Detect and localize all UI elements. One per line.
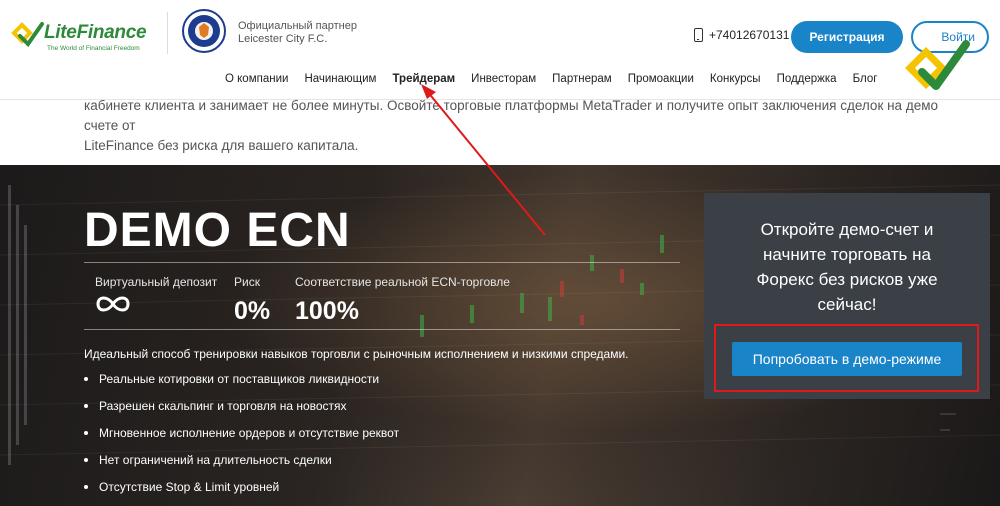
nav-item-support[interactable]: Поддержка — [777, 73, 837, 85]
feature-item: Отсутствие Stop & Limit уровней — [84, 479, 399, 506]
nav-item-beginners[interactable]: Начинающим — [304, 73, 376, 85]
demo-cta-line-4: сейчас! — [817, 295, 877, 314]
nav-item-promotions[interactable]: Промоакции — [628, 73, 694, 85]
stat-label-deposit: Виртуальный депозит — [95, 275, 218, 289]
register-button[interactable]: Регистрация — [791, 21, 903, 53]
litefinance-logo-icon — [11, 22, 44, 48]
demo-cta-heading: Откройте демо-счет и начните торговать н… — [704, 217, 990, 317]
phone-number: +74012670131 — [709, 28, 790, 42]
demo-cta-line-2: начните торговать на — [763, 245, 931, 264]
nav-item-blog[interactable]: Блог — [853, 73, 878, 85]
intro-line-1: кабинете клиента и занимает не более мин… — [84, 98, 938, 133]
demo-cta-line-1: Откройте демо-счет и — [760, 220, 934, 239]
hero-title: DEMO ECN — [84, 204, 351, 257]
header-divider — [167, 12, 168, 54]
main-nav: О компании Начинающим Трейдерам Инвестор… — [225, 73, 893, 85]
nav-item-investors[interactable]: Инвесторам — [471, 73, 536, 85]
feature-item: Мгновенное исполнение ордеров и отсутств… — [84, 425, 399, 452]
hero-lead-text: Идеальный способ тренировки навыков торг… — [84, 347, 629, 361]
demo-cta-line-3: Форекс без рисков уже — [756, 270, 938, 289]
stat-value-ecn-match: 100% — [295, 297, 359, 325]
feature-item: Разрешен скальпинг и торговля на новостя… — [84, 398, 399, 425]
hero-divider-bottom — [84, 329, 680, 330]
partner-line-2: Leicester City F.C. — [238, 33, 328, 45]
feature-item: Реальные котировки от поставщиков ликвид… — [84, 371, 399, 398]
feature-item: Нет ограничений на длительность сделки — [84, 452, 399, 479]
logo-tagline: The World of Financial Freedom — [47, 45, 140, 52]
partner-line-1: Официальный партнер — [238, 20, 357, 32]
feature-list: Реальные котировки от поставщиков ликвид… — [84, 371, 399, 506]
partner-info: Официальный партнер Leicester City F.C. — [238, 20, 357, 46]
litefinance-watermark-icon — [905, 40, 970, 90]
nav-item-about[interactable]: О компании — [225, 73, 288, 85]
nav-item-traders[interactable]: Трейдерам — [392, 73, 455, 85]
leicester-crest-icon — [182, 9, 226, 53]
nav-item-partners[interactable]: Партнерам — [552, 73, 612, 85]
nav-item-contests[interactable]: Конкурсы — [710, 73, 761, 85]
infinity-icon — [96, 296, 130, 312]
intro-text: кабинете клиента и занимает не более мин… — [84, 96, 964, 156]
phone-icon — [694, 28, 703, 42]
highlight-box — [714, 324, 979, 392]
stat-label-ecn-match: Соответствие реальной ECN-торговле — [295, 275, 510, 289]
stat-label-risk: Риск — [234, 275, 260, 289]
logo-brand-text: LiteFinance — [44, 22, 147, 43]
intro-line-2: LiteFinance без риска для вашего капитал… — [84, 138, 359, 153]
stat-value-risk: 0% — [234, 297, 271, 325]
litefinance-logo[interactable]: LiteFinance The World of Financial Freed… — [10, 13, 160, 53]
hero-divider-top — [84, 262, 680, 263]
phone-link[interactable]: +74012670131 — [694, 28, 789, 42]
site-header: LiteFinance The World of Financial Freed… — [0, 0, 1000, 100]
